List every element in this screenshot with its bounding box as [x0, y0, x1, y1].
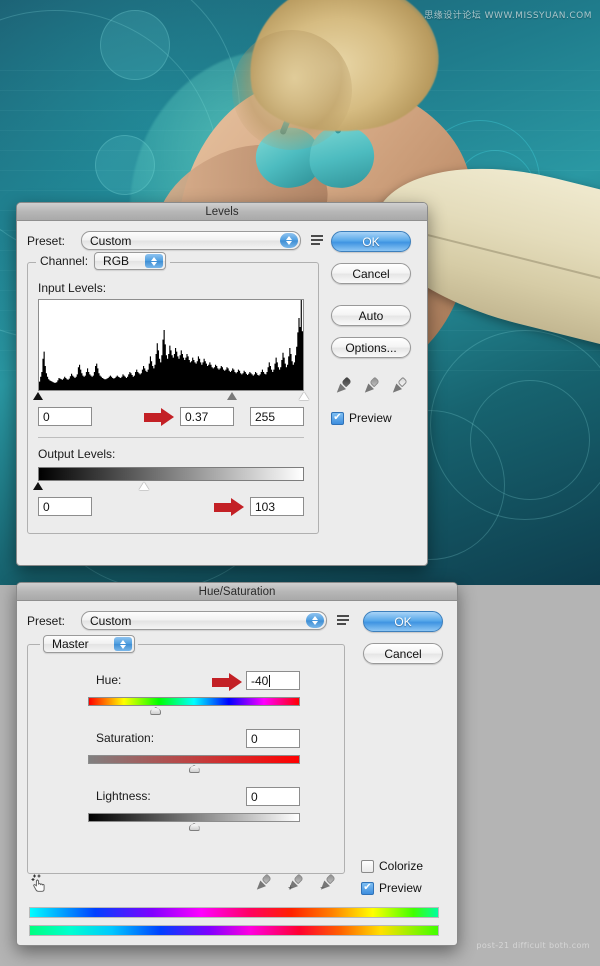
input-slider-track[interactable]	[33, 392, 309, 402]
preview-checkbox[interactable]: Preview	[361, 881, 423, 895]
saturation-slider-knob[interactable]	[188, 765, 200, 773]
hue-slider-knob[interactable]	[150, 707, 162, 715]
preset-dropdown[interactable]: Custom	[81, 231, 301, 250]
gray-point-eyedropper[interactable]	[361, 376, 380, 396]
cancel-button[interactable]: Cancel	[363, 643, 443, 664]
preview-label: Preview	[379, 881, 422, 895]
levels-button-column: OK Cancel Auto Options... Preview	[331, 231, 419, 425]
output-shadow-field[interactable]: 0	[38, 497, 92, 516]
lightness-slider-knob[interactable]	[188, 823, 200, 831]
preset-dropdown[interactable]: Custom	[81, 611, 327, 630]
hue-saturation-dialog: Hue/Saturation Preset: Custom Master Hue…	[16, 582, 458, 946]
huesat-button-column: OK Cancel	[363, 611, 443, 664]
saturation-label: Saturation:	[96, 731, 155, 745]
saturation-gradient-ramp	[88, 755, 300, 764]
ok-button[interactable]: OK	[331, 231, 411, 252]
hue-label: Hue:	[96, 673, 122, 687]
preset-label: Preset:	[27, 233, 66, 248]
huesat-checkbox-group: Colorize Preview	[361, 859, 423, 895]
input-midtone-field[interactable]: 0.37	[180, 407, 234, 426]
preset-options-icon[interactable]	[311, 234, 325, 247]
watermark-bottom: post-21 difficult both.com	[476, 941, 590, 950]
add-to-sample-eyedropper[interactable]: +	[285, 873, 304, 893]
output-highlight-field[interactable]: 103	[250, 497, 304, 516]
lightness-field[interactable]: 0	[246, 787, 300, 806]
channel-value: Master	[52, 637, 89, 651]
ok-button[interactable]: OK	[363, 611, 443, 632]
levels-eyedropper-group	[333, 376, 419, 396]
input-highlight-slider[interactable]	[299, 392, 309, 400]
output-slider-track[interactable]	[33, 482, 304, 492]
output-gradient-ramp	[38, 467, 304, 481]
preset-value: Custom	[90, 613, 132, 628]
levels-title: Levels	[205, 205, 239, 218]
input-midtone-slider[interactable]	[227, 392, 238, 400]
channel-dropdown[interactable]: Master	[43, 635, 135, 653]
input-highlight-field[interactable]: 255	[250, 407, 304, 426]
options-button[interactable]: Options...	[331, 337, 411, 358]
histogram-plot	[39, 300, 303, 390]
hue-spectrum-bar-original	[29, 907, 439, 918]
hue-gradient-ramp	[88, 697, 300, 706]
levels-dialog: Levels Preset: Custom Channel: RGB Input…	[16, 202, 428, 566]
lightness-gradient-ramp	[88, 813, 300, 822]
input-levels-label: Input Levels:	[38, 281, 107, 295]
on-image-adjustment-icon[interactable]	[29, 873, 51, 895]
preset-options-icon[interactable]	[337, 614, 351, 627]
levels-group: Channel: RGB Input Levels: 0 0.37 255 Ou…	[27, 252, 319, 534]
red-arrow-output	[214, 498, 244, 516]
white-point-eyedropper[interactable]	[389, 376, 408, 396]
huesat-title: Hue/Saturation	[198, 585, 276, 598]
sample-eyedropper[interactable]	[253, 873, 272, 893]
channel-value: RGB	[103, 254, 130, 268]
output-shadow-slider[interactable]	[33, 482, 43, 490]
preset-label: Preset:	[27, 613, 66, 628]
output-levels-label: Output Levels:	[38, 447, 116, 461]
hue-field[interactable]: -40	[246, 671, 300, 690]
levels-titlebar[interactable]: Levels	[17, 203, 427, 221]
chevron-updown-icon	[306, 613, 324, 628]
hue-spectrum-bar-adjusted	[29, 925, 439, 936]
chevron-updown-icon	[114, 637, 132, 651]
checkbox-icon	[331, 411, 344, 425]
huesat-group: Master Hue: -40 Saturation: 0 Lightness:…	[27, 635, 345, 874]
saturation-field[interactable]: 0	[246, 729, 300, 748]
preview-label: Preview	[349, 411, 392, 425]
chevron-updown-icon	[145, 254, 164, 268]
colorize-label: Colorize	[379, 859, 424, 873]
black-point-eyedropper[interactable]	[333, 376, 352, 396]
cancel-button[interactable]: Cancel	[331, 263, 411, 284]
channel-label: Channel:	[40, 254, 89, 268]
channel-dropdown[interactable]: RGB	[94, 252, 167, 270]
hue-value: -40	[251, 673, 269, 688]
histogram	[38, 299, 304, 391]
output-highlight-slider[interactable]	[139, 482, 150, 490]
preset-value: Custom	[90, 233, 132, 248]
lightness-label: Lightness:	[96, 789, 151, 803]
red-arrow-midtone	[144, 408, 174, 426]
input-shadow-field[interactable]: 0	[38, 407, 92, 426]
preview-checkbox[interactable]: Preview	[331, 411, 419, 425]
auto-button[interactable]: Auto	[331, 305, 411, 326]
checkbox-icon	[361, 859, 374, 873]
divider	[38, 437, 304, 438]
huesat-eyedropper-group: + −	[253, 873, 336, 893]
huesat-titlebar[interactable]: Hue/Saturation	[17, 583, 457, 601]
colorize-checkbox[interactable]: Colorize	[361, 859, 423, 873]
watermark-top: 思缘设计论坛 WWW.MISSYUAN.COM	[424, 11, 592, 21]
input-shadow-slider[interactable]	[33, 392, 43, 400]
checkbox-icon	[361, 881, 374, 895]
subtract-from-sample-eyedropper[interactable]: −	[317, 873, 336, 893]
red-arrow-hue	[212, 673, 242, 691]
chevron-updown-icon	[280, 233, 298, 248]
